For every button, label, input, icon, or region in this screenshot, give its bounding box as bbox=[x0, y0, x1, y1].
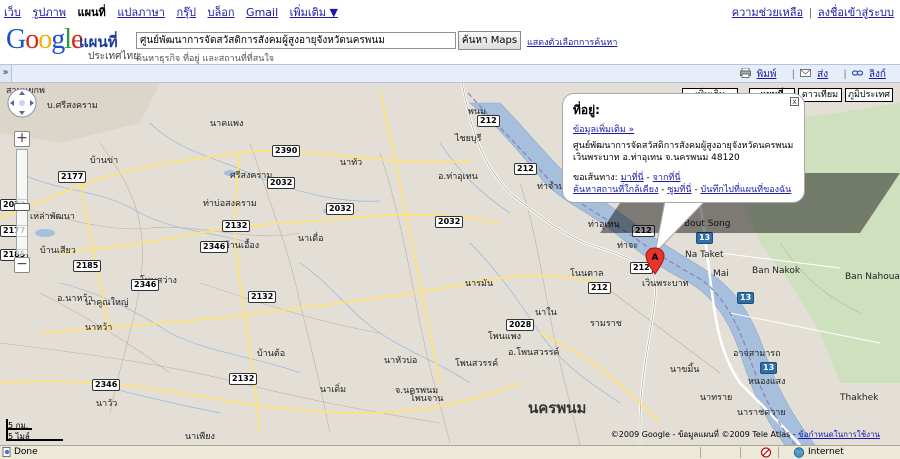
search-maps-button[interactable]: ค้นหา Maps bbox=[458, 31, 521, 50]
google-wordmark-letters: Google bbox=[6, 24, 83, 56]
map-tools: พิมพ์ | ส่ง | ลิงก์ bbox=[739, 67, 894, 82]
product-links: เว็บ รูปภาพ แผนที่ แปลภาษา กรุ๊ป บล็อก G… bbox=[4, 3, 346, 21]
info-title: ที่อยู่: bbox=[573, 103, 600, 117]
copyright-text: ©2009 Google - ข้อมูลแผนที่ ©2009 Tele A… bbox=[610, 430, 799, 439]
security-zone-label: Internet bbox=[808, 447, 844, 457]
help-link[interactable]: ความช่วยเหลือ bbox=[732, 6, 803, 19]
logo-letter: g bbox=[51, 24, 65, 55]
logo-letter: l bbox=[64, 24, 72, 55]
dash-separator: - bbox=[646, 173, 650, 183]
browser-status-bar: Done Internet bbox=[0, 445, 900, 459]
nav-separator: | bbox=[808, 6, 813, 19]
top-navigation-bar: เว็บ รูปภาพ แผนที่ แปลภาษา กรุ๊ป บล็อก G… bbox=[0, 0, 900, 21]
directions-to-here-link[interactable]: มาที่นี่ bbox=[621, 173, 644, 183]
more-info-link[interactable]: ข้อมูลเพิ่มเติม » bbox=[573, 122, 794, 136]
dash-separator: - bbox=[694, 185, 698, 195]
zoom-here-link[interactable]: ซูมที่นี่ bbox=[667, 185, 691, 195]
search-options-link[interactable]: แสดงตัวเลือกการค้นหา bbox=[527, 35, 617, 49]
toolbar-separator: | bbox=[791, 69, 795, 80]
popup-blocked-icon[interactable] bbox=[760, 447, 772, 458]
toolbar-separator: | bbox=[843, 69, 847, 80]
internet-zone-globe-icon bbox=[793, 447, 805, 458]
directions-from-here-link[interactable]: จากที่นี่ bbox=[653, 173, 681, 183]
marker-letter: A bbox=[652, 253, 659, 263]
terms-of-use-link[interactable]: ข้อกำหนดในการใช้งาน bbox=[798, 430, 880, 439]
map-canvas[interactable]: สามแยกพ บ.ศรีสงคราม นาคแพง พนม ไชยบุรี บ… bbox=[0, 83, 900, 445]
search-nearby-link[interactable]: ค้นหาสถานที่ใกล้เคียง bbox=[573, 185, 658, 195]
info-window: x ที่อยู่: ข้อมูลเพิ่มเติม » ศูนย์พัฒนาก… bbox=[562, 93, 805, 203]
map-marker-icon[interactable]: A bbox=[645, 247, 665, 275]
envelope-icon bbox=[800, 69, 812, 77]
dash-separator: - bbox=[661, 185, 665, 195]
nav-link-web[interactable]: เว็บ bbox=[4, 6, 21, 19]
nav-current-maps: แผนที่ bbox=[77, 6, 106, 19]
nav-link-images[interactable]: รูปภาพ bbox=[32, 6, 66, 19]
nav-link-translate[interactable]: แปลภาษา bbox=[117, 6, 165, 19]
save-to-my-maps-link[interactable]: บันทึกไปที่แผนที่ของฉัน bbox=[701, 185, 792, 195]
printer-icon bbox=[739, 68, 751, 78]
logo-letter: o bbox=[38, 24, 52, 55]
link-icon bbox=[851, 70, 863, 76]
address-line: เวินพระบาท อ.ท่าอุเทน จ.นครพนม 48120 bbox=[573, 153, 740, 163]
directions-section: ขอเส้นทาง: มาที่นี่ - จากที่นี่ ค้นหาสถา… bbox=[573, 172, 794, 196]
google-maps-logo[interactable]: Google แผนที่ ประเทศไทย bbox=[6, 24, 139, 64]
link-link[interactable]: ลิงก์ bbox=[869, 69, 886, 80]
sign-in-link[interactable]: ลงชื่อเข้าสู่ระบบ bbox=[818, 6, 894, 19]
map-toolbar: » พิมพ์ | ส่ง | ลิงก์ bbox=[0, 64, 900, 83]
search-input[interactable] bbox=[136, 32, 456, 49]
scale-mi-label: 5 ไมล์ bbox=[8, 432, 30, 441]
directions-label: ขอเส้นทาง: bbox=[573, 173, 618, 183]
logo-letter: o bbox=[25, 24, 39, 55]
info-address: ศูนย์พัฒนาการจัดสวัสดิการสังคมผู้สูงอายุ… bbox=[573, 140, 794, 164]
map-copyright: ©2009 Google - ข้อมูลแผนที่ ©2009 Tele A… bbox=[611, 428, 880, 441]
country-name: ประเทศไทย bbox=[88, 51, 139, 62]
logo-letter: G bbox=[6, 24, 26, 55]
google-wordmark: Google bbox=[6, 24, 83, 56]
close-icon[interactable]: x bbox=[790, 97, 799, 106]
page-icon bbox=[2, 447, 11, 457]
collapse-panel-button[interactable]: » bbox=[0, 65, 12, 82]
nav-link-more[interactable]: เพิ่มเติม ▼ bbox=[290, 6, 338, 19]
search-hint: ค้นหาธุรกิจ ที่อยู่ และสถานที่ที่สนใจ bbox=[136, 54, 275, 64]
nav-link-gmail[interactable]: Gmail bbox=[246, 6, 278, 19]
print-link[interactable]: พิมพ์ bbox=[757, 69, 777, 80]
address-line: ศูนย์พัฒนาการจัดสวัสดิการสังคมผู้สูงอายุ… bbox=[573, 141, 794, 151]
status-text: Done bbox=[14, 447, 38, 457]
send-link[interactable]: ส่ง bbox=[817, 69, 828, 80]
map-scale: 5 กม. 5 ไมล์ bbox=[6, 419, 66, 441]
search-header: Google แผนที่ ประเทศไทย ค้นหาธุรกิจ ที่อ… bbox=[0, 20, 900, 64]
nav-link-blogs[interactable]: บล็อก bbox=[208, 6, 235, 19]
nav-link-groups[interactable]: กรุ๊ป bbox=[176, 6, 196, 19]
account-links: ความช่วยเหลือ | ลงชื่อเข้าสู่ระบบ bbox=[732, 3, 894, 21]
